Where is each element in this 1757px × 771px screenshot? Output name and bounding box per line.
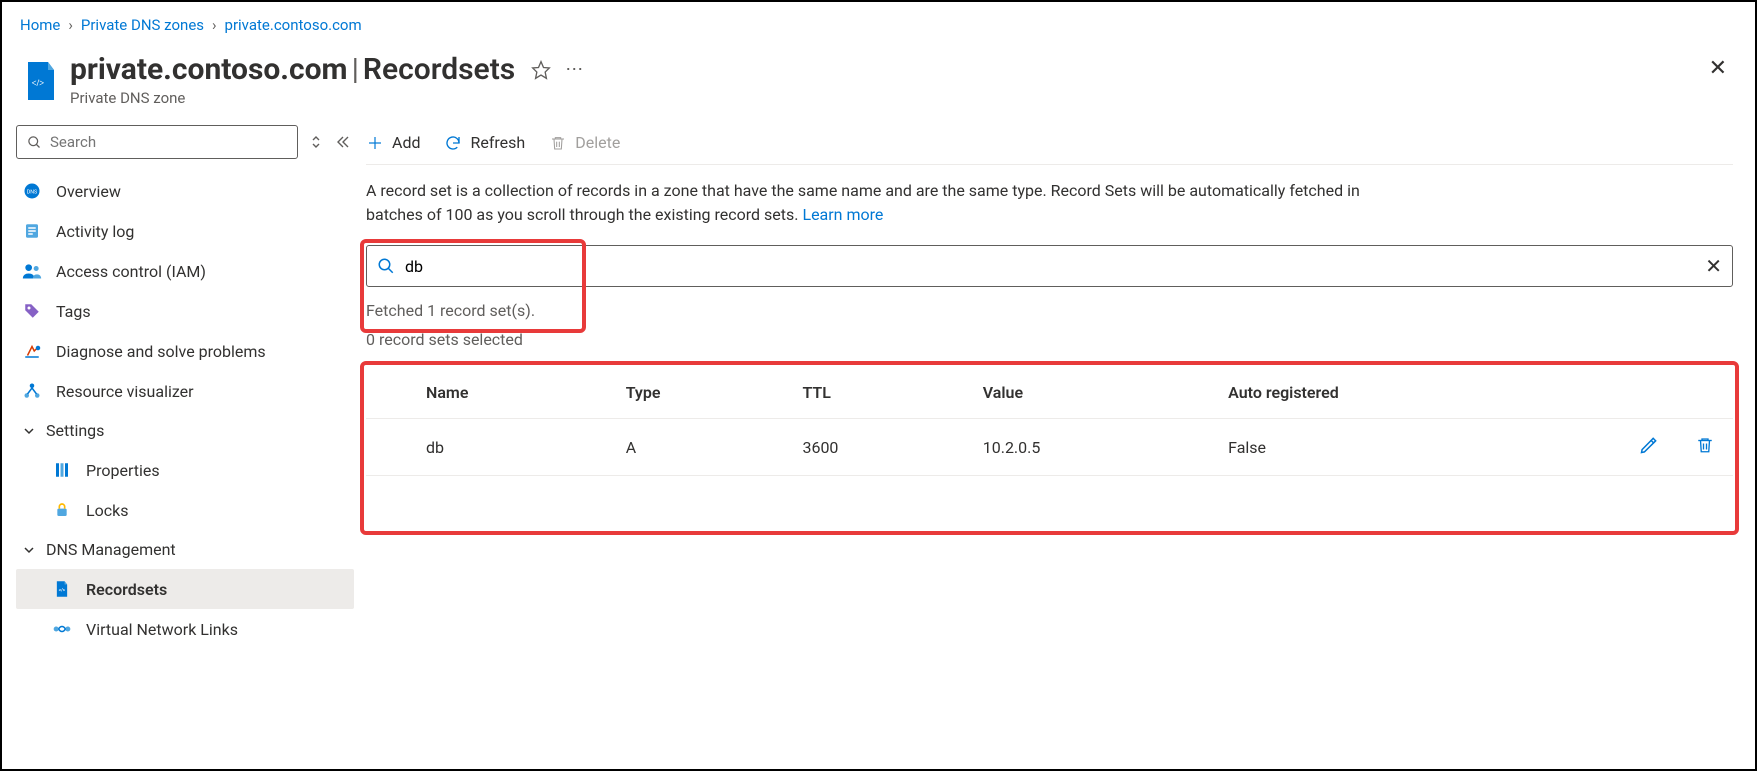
add-button[interactable]: Add (366, 133, 420, 152)
sidebar-item-recordsets[interactable]: </> Recordsets (16, 569, 354, 609)
page-title: private.contoso.com|Recordsets (70, 52, 515, 87)
chevron-down-icon (22, 425, 36, 437)
sidebar-item-label: Virtual Network Links (86, 620, 238, 639)
sidebar-item-activity-log[interactable]: Activity log (16, 211, 354, 251)
sidebar-item-overview[interactable]: DNS Overview (16, 171, 354, 211)
recordsets-table: Name Type TTL Value Auto registered db A (366, 367, 1733, 476)
sidebar-search-input[interactable] (50, 133, 287, 151)
sidebar-item-label: Recordsets (86, 580, 167, 599)
table-row[interactable]: db A 3600 10.2.0.5 False (366, 419, 1733, 476)
delete-button-label: Delete (575, 133, 620, 152)
sidebar-item-iam[interactable]: Access control (IAM) (16, 251, 354, 291)
recordset-icon: </> (52, 579, 72, 599)
log-icon (22, 221, 42, 241)
add-button-label: Add (392, 133, 420, 152)
filter-input[interactable] (405, 257, 1705, 276)
chevron-right-icon: › (212, 16, 217, 34)
sidebar-search[interactable] (16, 125, 298, 159)
sidebar-item-label: Locks (86, 501, 128, 520)
collapse-pane-icon[interactable] (334, 135, 350, 149)
col-ttl[interactable]: TTL (790, 367, 970, 419)
sidebar-item-label: Properties (86, 461, 160, 480)
iam-icon (22, 261, 42, 281)
globe-icon: DNS (22, 181, 42, 201)
sidebar-item-label: Tags (56, 302, 91, 321)
expand-collapse-icon[interactable] (310, 133, 322, 151)
favorite-star-icon[interactable] (531, 60, 551, 80)
sidebar-item-diagnose[interactable]: Diagnose and solve problems (16, 331, 354, 371)
selection-status: 0 record sets selected (366, 330, 1733, 349)
svg-text:</>: </> (59, 588, 66, 594)
tag-icon (22, 301, 42, 321)
clear-filter-icon[interactable]: ✕ (1705, 254, 1722, 278)
properties-icon (52, 460, 72, 480)
sidebar-item-label: Diagnose and solve problems (56, 342, 266, 361)
search-icon (27, 135, 42, 150)
page-header: </> private.contoso.com|Recordsets ⋯ Pri… (2, 42, 1755, 121)
cell-ttl: 3600 (790, 419, 970, 476)
delete-button: Delete (549, 133, 620, 152)
more-icon[interactable]: ⋯ (565, 59, 583, 80)
cell-auto: False (1216, 419, 1621, 476)
col-type[interactable]: Type (614, 367, 791, 419)
sidebar-group-dns[interactable]: DNS Management (16, 530, 354, 569)
col-value[interactable]: Value (971, 367, 1216, 419)
sidebar-group-settings[interactable]: Settings (16, 411, 354, 450)
cell-name: db (414, 419, 614, 476)
dns-zone-icon: </> (20, 60, 58, 100)
description-text: A record set is a collection of records … (366, 165, 1366, 245)
filter-search[interactable]: ✕ (366, 245, 1733, 287)
sidebar-group-label: Settings (46, 421, 104, 440)
chevron-down-icon (22, 544, 36, 556)
chevron-right-icon: › (68, 16, 73, 34)
breadcrumb-dns-zones[interactable]: Private DNS zones (81, 16, 204, 34)
breadcrumb: Home › Private DNS zones › private.conto… (2, 2, 1755, 42)
sidebar-item-vnet-links[interactable]: Virtual Network Links (16, 609, 354, 649)
cell-type: A (614, 419, 791, 476)
sidebar-item-label: Activity log (56, 222, 134, 241)
plus-icon (366, 134, 384, 152)
vnet-icon (52, 619, 72, 639)
sidebar: DNS Overview Activity log Access control… (2, 121, 354, 768)
learn-more-link[interactable]: Learn more (802, 205, 883, 224)
lock-icon (52, 500, 72, 520)
sidebar-group-label: DNS Management (46, 540, 176, 559)
svg-text:DNS: DNS (27, 189, 37, 195)
close-icon[interactable]: ✕ (1709, 58, 1727, 80)
col-name[interactable]: Name (414, 367, 614, 419)
breadcrumb-zone[interactable]: private.contoso.com (225, 16, 362, 34)
search-icon (377, 257, 395, 275)
sidebar-item-label: Resource visualizer (56, 382, 194, 401)
visualizer-icon (22, 381, 42, 401)
refresh-button-label: Refresh (470, 133, 525, 152)
sidebar-item-properties[interactable]: Properties (16, 450, 354, 490)
breadcrumb-home[interactable]: Home (20, 16, 60, 34)
diagnose-icon (22, 341, 42, 361)
refresh-icon (444, 134, 462, 152)
sidebar-item-label: Overview (56, 182, 121, 201)
cell-value: 10.2.0.5 (971, 419, 1216, 476)
delete-row-button[interactable] (1696, 435, 1714, 455)
sidebar-item-visualizer[interactable]: Resource visualizer (16, 371, 354, 411)
sidebar-item-label: Access control (IAM) (56, 262, 206, 281)
page-subtitle: Private DNS zone (70, 89, 583, 107)
col-auto[interactable]: Auto registered (1216, 367, 1621, 419)
main-content: Add Refresh Delete A record set is a col… (354, 121, 1755, 768)
svg-text:</>: </> (32, 78, 45, 88)
edit-button[interactable] (1639, 435, 1659, 455)
toolbar: Add Refresh Delete (366, 125, 1733, 165)
trash-icon (549, 134, 567, 152)
refresh-button[interactable]: Refresh (444, 133, 525, 152)
fetch-status: Fetched 1 record set(s). (366, 301, 1733, 320)
sidebar-item-tags[interactable]: Tags (16, 291, 354, 331)
sidebar-item-locks[interactable]: Locks (16, 490, 354, 530)
